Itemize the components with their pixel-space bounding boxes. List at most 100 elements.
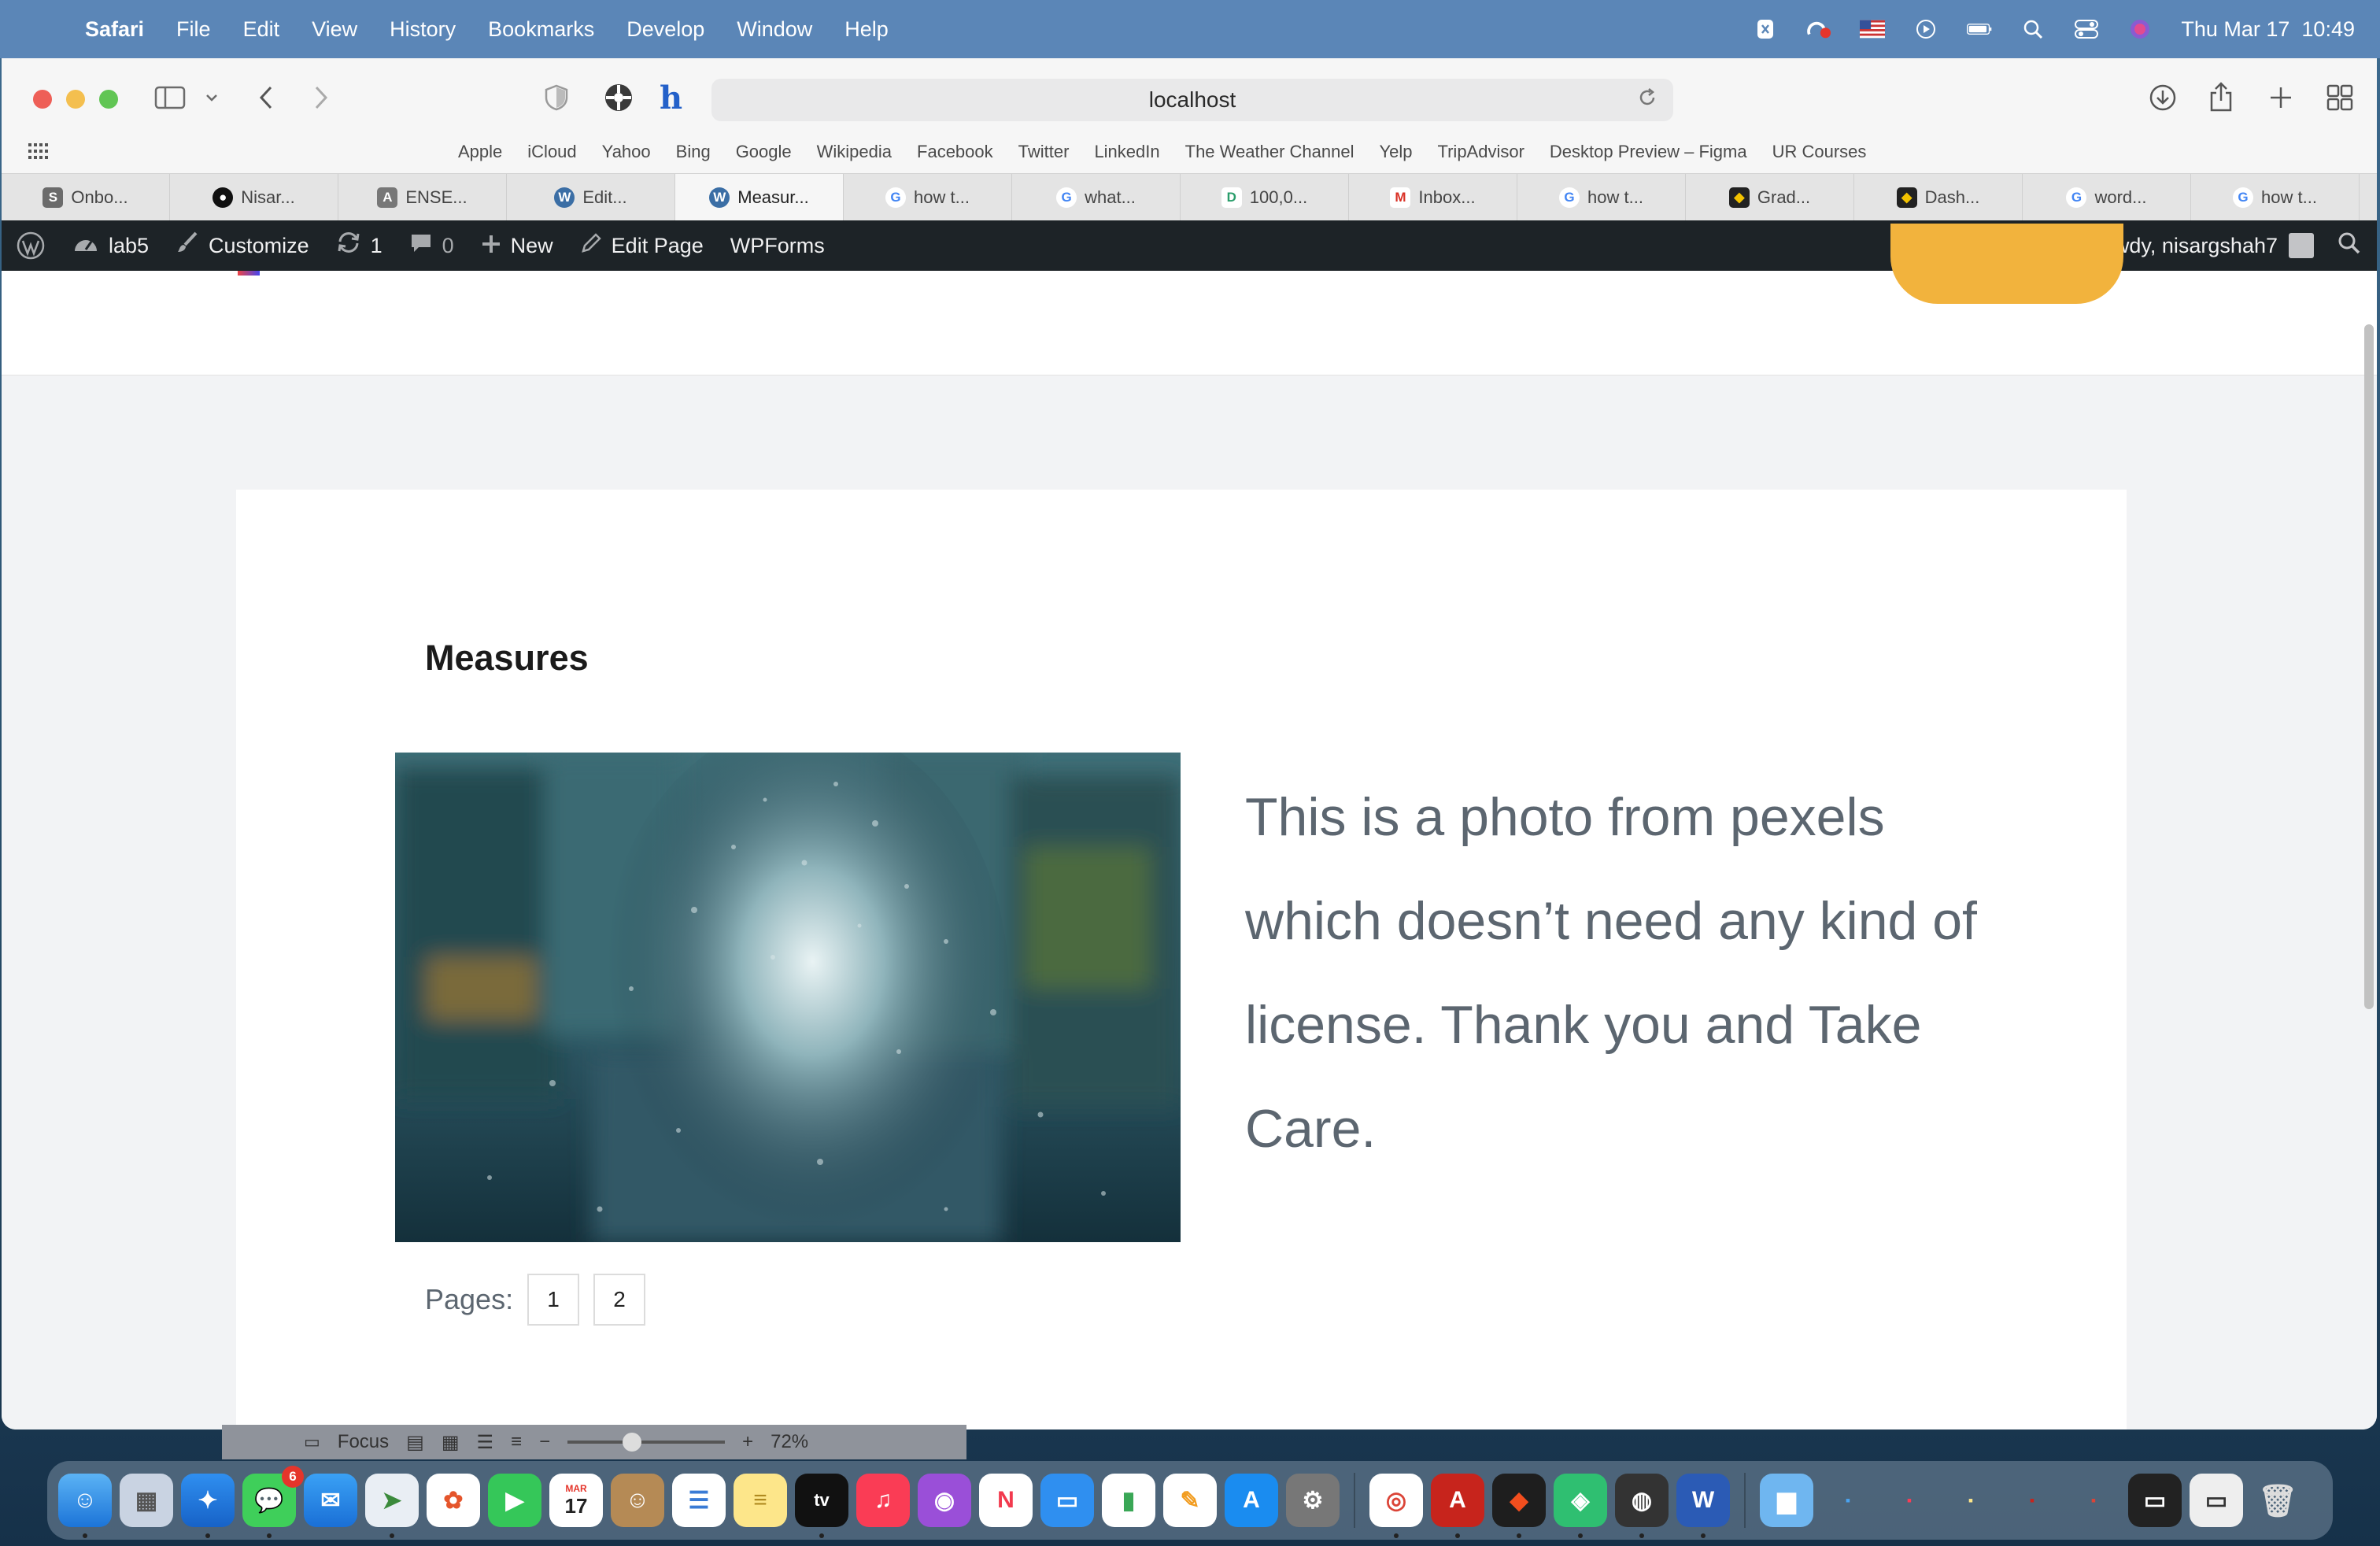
wp-site-name[interactable]: lab5 — [72, 231, 149, 261]
focus-icon[interactable]: ▭ — [304, 1432, 320, 1452]
favorite-weather-channel[interactable]: The Weather Channel — [1185, 142, 1354, 162]
browser-tab[interactable]: Gwhat... — [1012, 174, 1181, 221]
wp-comments[interactable]: 0 — [409, 231, 454, 261]
layout-icon[interactable]: ▤ — [406, 1431, 424, 1454]
header-cta-button[interactable] — [1890, 224, 2123, 304]
apple-tv-icon[interactable]: tv — [795, 1474, 848, 1538]
favorite-twitter[interactable]: Twitter — [1018, 142, 1070, 162]
play-icon[interactable] — [1913, 18, 1938, 40]
favorite-ur-courses[interactable]: UR Courses — [1772, 142, 1867, 162]
browser-tab[interactable]: S Onbo... — [2, 174, 170, 221]
maps-icon[interactable]: ➤ — [365, 1474, 419, 1538]
favorite-yahoo[interactable]: Yahoo — [602, 142, 651, 162]
wp-search-icon[interactable] — [2338, 231, 2361, 261]
browser-tab[interactable]: Gword... — [2023, 174, 2191, 221]
wp-wpforms[interactable]: WPForms — [730, 234, 825, 258]
creative-cloud-icon[interactable] — [1806, 18, 1831, 40]
minimized-window-icon[interactable]: ▭ — [2128, 1474, 2182, 1527]
address-text[interactable]: localhost — [1149, 87, 1236, 113]
favorite-apple[interactable]: Apple — [458, 142, 502, 162]
numbers-icon[interactable]: ▮ — [1102, 1474, 1155, 1527]
minimized-acrobat-icon[interactable]: ▪ — [2005, 1474, 2059, 1527]
wp-edit-page[interactable]: Edit Page — [580, 231, 704, 261]
draft-icon[interactable]: ≡ — [511, 1431, 522, 1453]
menu-file[interactable]: File — [176, 17, 211, 42]
word-icon[interactable]: W — [1676, 1474, 1730, 1538]
menu-develop[interactable]: Develop — [626, 17, 704, 42]
wp-new-content[interactable]: New — [481, 231, 553, 261]
wp-logo-icon[interactable] — [16, 231, 46, 261]
reload-icon[interactable] — [1637, 87, 1658, 113]
minimized-music-icon[interactable]: ▪ — [1883, 1474, 1936, 1527]
focus-label[interactable]: Focus — [338, 1431, 389, 1453]
extension-icon[interactable] — [603, 82, 634, 113]
minimized-screenshot-icon[interactable]: ▭ — [2190, 1474, 2243, 1527]
page-link-1[interactable]: 1 — [527, 1274, 580, 1326]
favorites-grid-icon[interactable] — [28, 143, 49, 164]
photos-icon[interactable]: ✿ — [427, 1474, 480, 1527]
favorite-facebook[interactable]: Facebook — [917, 142, 993, 162]
acrobat-icon[interactable]: A — [1431, 1474, 1484, 1538]
minimized-finder-icon[interactable]: ▪ — [1821, 1474, 1875, 1527]
downloads-folder-icon[interactable]: ▆ — [1760, 1474, 1813, 1527]
minimized-chrome-icon[interactable]: ▪ — [2067, 1474, 2120, 1527]
menu-bookmarks[interactable]: Bookmarks — [488, 17, 594, 42]
favorite-linkedin[interactable]: LinkedIn — [1094, 142, 1159, 162]
browser-tab[interactable]: A ENSE... — [338, 174, 507, 221]
browser-tab[interactable]: ◆ Grad... — [1686, 174, 1854, 221]
downloads-icon[interactable] — [2149, 82, 2177, 113]
forward-arrow-icon[interactable] — [312, 82, 331, 113]
zoom-slider[interactable] — [567, 1433, 726, 1452]
mail-icon[interactable]: ✉ — [304, 1474, 357, 1527]
keynote-icon[interactable]: ▭ — [1040, 1474, 1094, 1527]
figma-icon[interactable]: ◆ — [1492, 1474, 1546, 1538]
wp-customize[interactable]: Customize — [176, 231, 309, 261]
share-icon[interactable] — [2208, 82, 2234, 113]
minimize-window-button[interactable] — [66, 90, 85, 109]
zoom-window-button[interactable] — [99, 90, 118, 109]
sidebar-toggle-icon[interactable] — [154, 82, 186, 113]
finder-icon[interactable]: ☺ — [58, 1474, 112, 1538]
browser-tab[interactable]: Ghow t... — [2191, 174, 2360, 221]
favorite-wikipedia[interactable]: Wikipedia — [817, 142, 892, 162]
web-layout-icon[interactable]: ▦ — [442, 1431, 460, 1454]
favorite-google[interactable]: Google — [736, 142, 792, 162]
tab-overview-icon[interactable] — [2326, 82, 2353, 113]
minimized-notes-icon[interactable]: ▪ — [1944, 1474, 1998, 1527]
us-flag-icon[interactable] — [1860, 18, 1886, 40]
menu-clock[interactable]: Thu Mar 17 10:49 — [2181, 17, 2355, 42]
back-arrow-icon[interactable] — [257, 82, 275, 113]
notes-icon[interactable]: ≡ — [734, 1474, 787, 1527]
browser-tab[interactable]: ● Nisar... — [170, 174, 338, 221]
zoom-out-icon[interactable]: − — [539, 1431, 550, 1453]
contacts-icon[interactable]: ☺ — [611, 1474, 664, 1527]
favorite-tripadvisor[interactable]: TripAdvisor — [1437, 142, 1524, 162]
podcasts-icon[interactable]: ◉ — [918, 1474, 971, 1527]
sidebar-menu-chevron-icon[interactable] — [205, 82, 219, 113]
browser-tab[interactable]: D 100,0... — [1181, 174, 1349, 221]
network-app-icon[interactable]: ◈ — [1554, 1474, 1607, 1538]
menu-help[interactable]: Help — [844, 17, 889, 42]
status-x-icon[interactable] — [1753, 18, 1778, 40]
favorite-yelp[interactable]: Yelp — [1379, 142, 1412, 162]
favorite-bing[interactable]: Bing — [676, 142, 711, 162]
new-tab-icon[interactable] — [2268, 82, 2293, 113]
system-preferences-icon[interactable]: ⚙ — [1286, 1474, 1340, 1527]
messages-icon[interactable]: 💬 6 — [242, 1466, 304, 1538]
hypothesis-extension-icon[interactable]: h — [660, 80, 682, 117]
zoom-in-icon[interactable]: + — [742, 1431, 753, 1453]
facetime-icon[interactable]: ▶ — [488, 1474, 541, 1527]
page-link-2[interactable]: 2 — [593, 1274, 646, 1326]
menu-view[interactable]: View — [312, 17, 357, 42]
wp-updates[interactable]: 1 — [336, 231, 382, 261]
browser-tab[interactable]: ◆ Dash... — [1854, 174, 2023, 221]
app-store-icon[interactable]: A — [1225, 1474, 1278, 1527]
battery-icon[interactable] — [1967, 18, 1992, 40]
browser-tab-active[interactable]: W Measur... — [675, 174, 844, 221]
favorite-figma[interactable]: Desktop Preview – Figma — [1550, 142, 1747, 162]
page-scrollbar[interactable] — [2364, 324, 2374, 1009]
quicktime-icon[interactable]: ◍ — [1615, 1474, 1669, 1538]
launchpad-icon[interactable]: ▦ — [120, 1474, 173, 1527]
browser-tab[interactable]: M Inbox... — [1349, 174, 1517, 221]
chrome-icon[interactable]: ◎ — [1369, 1474, 1423, 1538]
